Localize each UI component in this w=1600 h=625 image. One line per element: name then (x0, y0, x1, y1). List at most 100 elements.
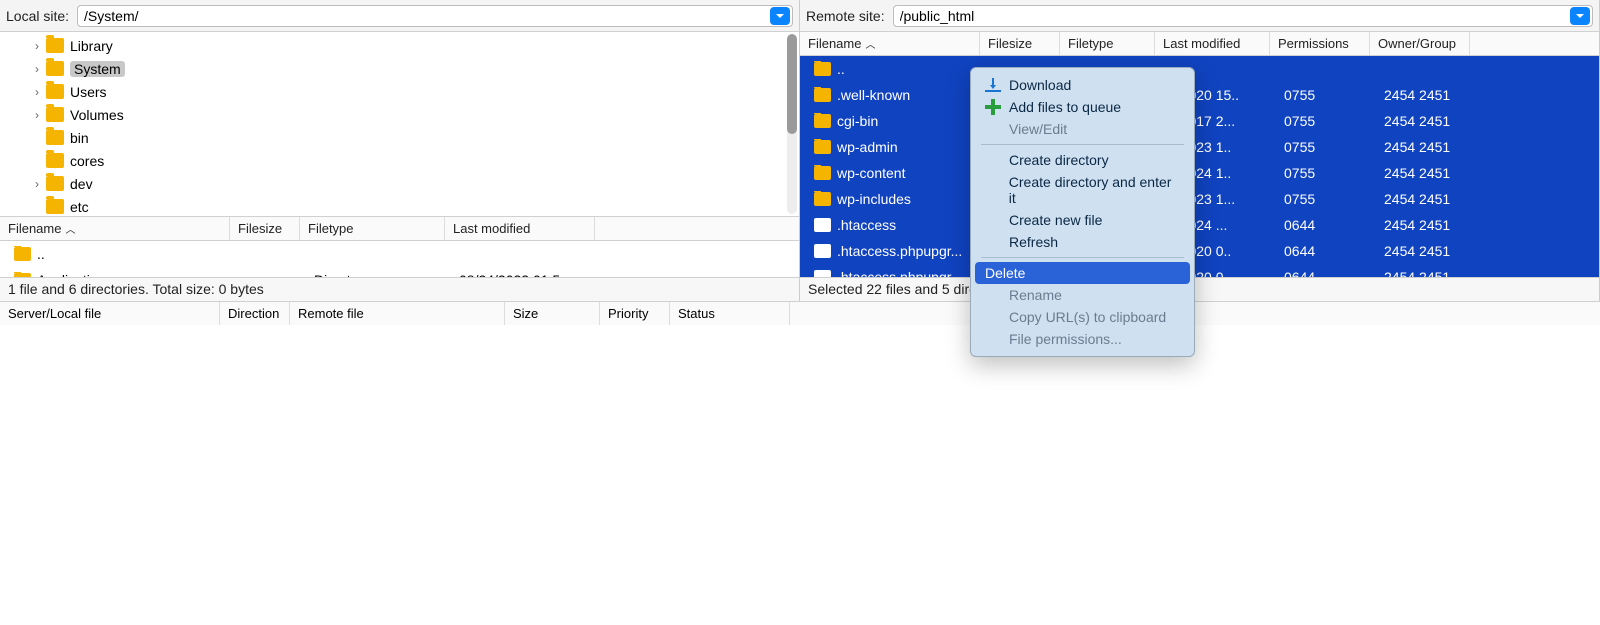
file-name: .htaccess.phpupgr... (837, 243, 962, 259)
list-item[interactable]: wp-admin8/2023 1..07552454 2451 (800, 134, 1599, 160)
list-item[interactable]: .htaccess.phpupgr...1/2020 0..06442454 2… (800, 264, 1599, 277)
ctx-view-edit: View/Edit (971, 118, 1194, 140)
download-icon (985, 77, 1001, 93)
tree-item[interactable]: › Users (22, 80, 799, 103)
qcol-direction[interactable]: Direction (220, 302, 290, 325)
local-path-combo[interactable] (77, 5, 793, 27)
ctx-refresh[interactable]: Refresh (971, 231, 1194, 253)
file-owner: 2454 2451 (1376, 87, 1476, 103)
folder-icon (14, 247, 31, 261)
col-filetype[interactable]: Filetype (1060, 32, 1155, 55)
sort-asc-icon: ︿ (65, 221, 75, 236)
local-status: 1 file and 6 directories. Total size: 0 … (0, 277, 799, 301)
list-item[interactable]: .htaccess.phpupgr...1/2020 0..06442454 2… (800, 238, 1599, 264)
qcol-server[interactable]: Server/Local file (0, 302, 220, 325)
local-file-list[interactable]: ..ApplicationsDirectory08/24/2022 01:5..… (0, 241, 799, 277)
remote-file-list[interactable]: ...well-known3/2020 15..07552454 2451cgi… (800, 56, 1599, 277)
list-item[interactable]: .. (0, 241, 799, 267)
file-owner: 2454 2451 (1376, 269, 1476, 277)
file-permissions: 0755 (1276, 191, 1376, 207)
tree-item[interactable]: ›bin (22, 126, 799, 149)
remote-path-bar: Remote site: (800, 0, 1599, 32)
tree-item[interactable]: ›System (22, 57, 799, 80)
folder-icon (814, 114, 831, 128)
file-permissions: 0644 (1276, 243, 1376, 259)
tree-item[interactable]: ›etc (22, 195, 799, 217)
list-item[interactable]: wp-content9/2024 1..07552454 2451 (800, 160, 1599, 186)
col-permissions[interactable]: Permissions (1270, 32, 1370, 55)
menu-separator (981, 144, 1184, 145)
file-permissions: 0755 (1276, 113, 1376, 129)
col-lastmodified[interactable]: Last modified (1155, 32, 1270, 55)
tree-item[interactable]: › Library (22, 34, 799, 57)
ctx-create-directory[interactable]: Create directory (971, 149, 1194, 171)
context-menu: Download Add files to queue View/Edit Cr… (970, 67, 1195, 357)
list-item[interactable]: .htaccess8/2024 ...06442454 2451 (800, 212, 1599, 238)
remote-path-dropdown-button[interactable] (1570, 7, 1590, 25)
list-item[interactable]: .. (800, 56, 1599, 82)
local-path-bar: Local site: (0, 0, 799, 32)
ctx-copy-url: Copy URL(s) to clipboard (971, 306, 1194, 328)
remote-pane: Remote site: Filename︿ Filesize Filetype… (800, 0, 1600, 301)
file-name: .htaccess (837, 217, 896, 233)
queue-body (0, 325, 1600, 625)
file-owner: 2454 2451 (1376, 217, 1476, 233)
file-permissions: 0644 (1276, 217, 1376, 233)
col-lastmodified[interactable]: Last modified (445, 217, 595, 240)
local-folder-tree[interactable]: ›Library›System›Users›Volumes›bin›cores›… (0, 32, 799, 217)
folder-icon (46, 107, 64, 122)
scrollbar-thumb[interactable] (787, 34, 797, 134)
list-item[interactable]: ApplicationsDirectory08/24/2022 01:5.. (0, 267, 799, 277)
file-name: cgi-bin (837, 113, 878, 129)
remote-path-combo[interactable] (893, 5, 1593, 27)
ctx-add-to-queue[interactable]: Add files to queue (971, 96, 1194, 118)
local-path-input[interactable] (84, 8, 770, 24)
remote-path-input[interactable] (900, 8, 1570, 24)
col-filetype[interactable]: Filetype (300, 217, 445, 240)
list-item[interactable]: .well-known3/2020 15..07552454 2451 (800, 82, 1599, 108)
menu-separator (981, 257, 1184, 258)
ctx-create-directory-enter[interactable]: Create directory and enter it (971, 171, 1194, 209)
col-ownergroup[interactable]: Owner/Group (1370, 32, 1470, 55)
qcol-priority[interactable]: Priority (600, 302, 670, 325)
qcol-remote[interactable]: Remote file (290, 302, 505, 325)
file-owner: 2454 2451 (1376, 191, 1476, 207)
tree-item[interactable]: ›dev (22, 172, 799, 195)
chevron-right-icon: › (30, 177, 44, 191)
folder-icon (14, 273, 31, 277)
remote-site-label: Remote site: (806, 8, 885, 24)
folder-icon (46, 199, 64, 214)
col-filesize[interactable]: Filesize (230, 217, 300, 240)
local-column-header: Filename︿ Filesize Filetype Last modifie… (0, 217, 799, 241)
ctx-download[interactable]: Download (971, 74, 1194, 96)
folder-icon (814, 62, 831, 76)
file-icon (814, 218, 831, 232)
ctx-delete[interactable]: Delete (975, 262, 1190, 284)
chevron-right-icon: › (30, 39, 44, 53)
list-item[interactable]: wp-includes7/2023 1...07552454 2451 (800, 186, 1599, 212)
tree-item[interactable]: ›Volumes (22, 103, 799, 126)
file-name: wp-admin (837, 139, 898, 155)
file-name: .. (837, 61, 845, 77)
local-path-dropdown-button[interactable] (770, 7, 790, 25)
tree-item[interactable]: ›cores (22, 149, 799, 172)
folder-icon (46, 61, 64, 76)
file-owner: 2454 2451 (1376, 165, 1476, 181)
tree-label: System (70, 61, 125, 77)
remote-status: Selected 22 files and 5 directories. Tot… (800, 277, 1599, 301)
list-item[interactable]: cgi-bin2/2017 2...07552454 2451 (800, 108, 1599, 134)
file-icon (814, 244, 831, 258)
col-filesize[interactable]: Filesize (980, 32, 1060, 55)
ctx-create-file[interactable]: Create new file (971, 209, 1194, 231)
chevron-right-icon: › (30, 85, 44, 99)
qcol-status[interactable]: Status (670, 302, 790, 325)
ctx-file-permissions: File permissions... (971, 328, 1194, 350)
ctx-rename: Rename (971, 284, 1194, 306)
tree-label: Users (70, 84, 107, 100)
qcol-size[interactable]: Size (505, 302, 600, 325)
tree-label: Volumes (70, 107, 124, 123)
col-filename[interactable]: Filename︿ (800, 32, 980, 55)
tree-label: etc (70, 199, 89, 215)
col-filename[interactable]: Filename︿ (0, 217, 230, 240)
tree-label: Library (70, 38, 113, 54)
